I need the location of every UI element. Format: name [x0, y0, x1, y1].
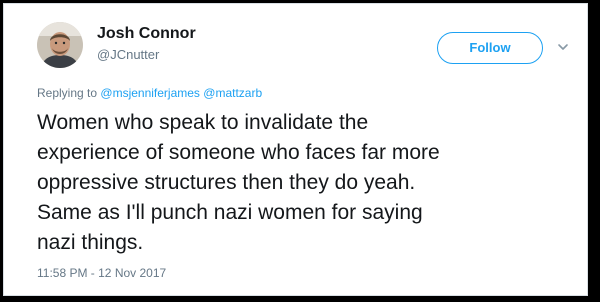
avatar[interactable] — [37, 22, 83, 68]
tweet-text: Women who speak to invalidate the experi… — [37, 108, 585, 258]
tweet-text-line: Same as I'll punch nazi women for saying — [37, 201, 423, 224]
user-avatar-photo-icon — [37, 22, 83, 68]
tweet-timestamp[interactable]: 11:58 PM - 12 Nov 2017 — [37, 266, 166, 280]
replying-to-line: Replying to @msjenniferjames @mattzarb — [37, 86, 262, 100]
tweet-text-line: oppressive structures then they do yeah. — [37, 171, 416, 194]
chevron-down-icon[interactable] — [556, 40, 570, 54]
author-handle[interactable]: @JCnutter — [97, 47, 159, 62]
follow-button[interactable]: Follow — [437, 32, 543, 64]
tweet-text-line: experience of someone who faces far more — [37, 141, 440, 164]
reply-mention-msjenniferjames[interactable]: @msjenniferjames — [100, 86, 200, 100]
reply-mention-mattzarb[interactable]: @mattzarb — [203, 86, 262, 100]
author-display-name[interactable]: Josh Connor — [97, 25, 196, 43]
tweet-text-line: nazi things. — [37, 231, 144, 254]
tweet-text-line: Women who speak to invalidate the — [37, 111, 369, 134]
tweet-card: Josh Connor @JCnutter Follow Replying to… — [3, 3, 588, 296]
replying-to-label: Replying to — [37, 86, 98, 100]
